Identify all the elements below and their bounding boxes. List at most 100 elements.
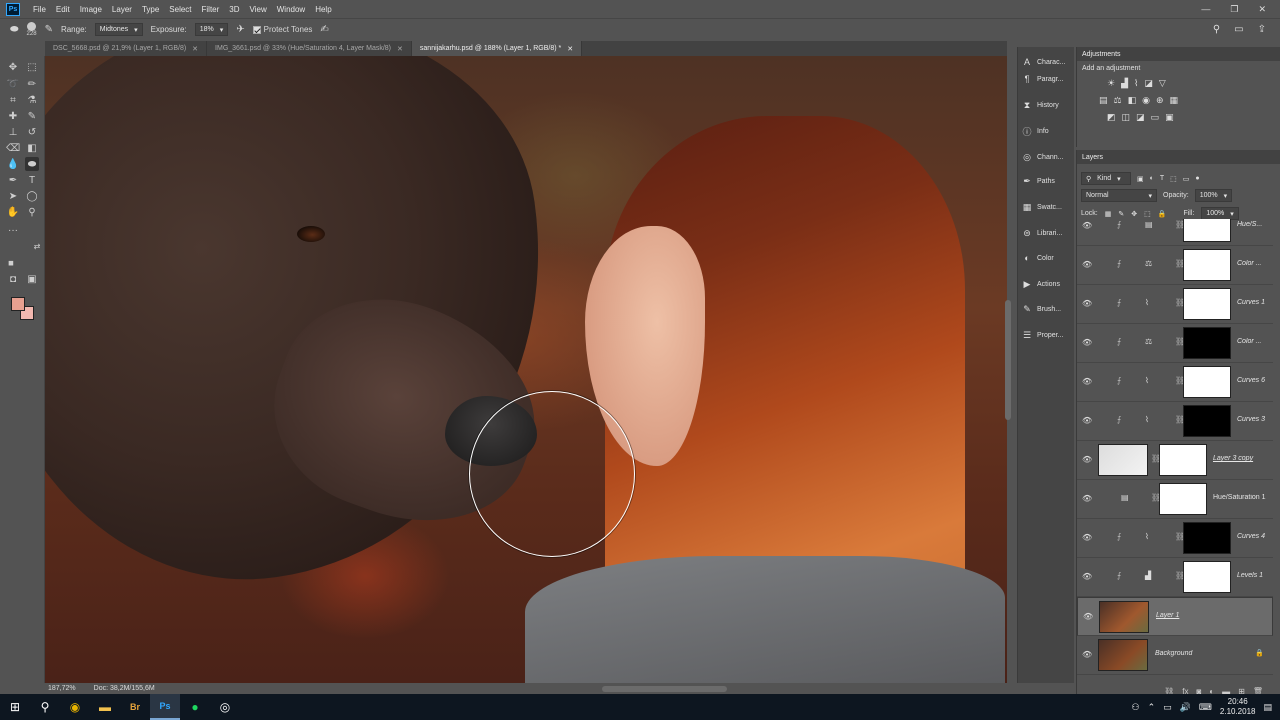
tab-document-3[interactable]: sannijakarhu.psd @ 188% (Layer 1, RGB/8)… [411,41,583,56]
menu-type[interactable]: Type [137,5,164,14]
layer-name[interactable]: Hue/S... [1237,221,1273,228]
layer-mask-thumbnail[interactable] [1183,249,1231,281]
search-icon[interactable]: ⚲ [30,694,60,720]
menu-help[interactable]: Help [310,5,336,14]
eye-icon[interactable]: 👁 [1082,338,1092,347]
dock-paths[interactable]: ✒ Paths [1022,171,1074,191]
layer-row[interactable]: 👁 ⨍ ▤ ⛓ Hue/S... [1077,219,1273,246]
hue-saturation-icon[interactable]: ▤ [1099,95,1108,106]
selective-color-icon[interactable]: ▣ [1165,112,1174,123]
layer-name[interactable]: Levels 1 [1237,572,1273,579]
minimize-button[interactable]: — [1201,4,1210,15]
exposure-icon[interactable]: ◪ [1144,78,1153,89]
horizontal-scrollbar[interactable] [602,686,727,692]
protect-tones-checkbox[interactable]: Protect Tones [252,25,312,34]
dock-swatches[interactable]: ▦ Swatc... [1022,197,1074,217]
sponge-tool-icon[interactable]: ⬬ [25,157,39,171]
filter-shape-icon[interactable]: ⬚ [1170,175,1177,183]
dock-info[interactable]: ⓘ Info [1022,121,1074,141]
layer-thumbnail[interactable] [1098,639,1148,671]
eye-icon[interactable]: 👁 [1082,221,1092,230]
layer-row[interactable]: 👁 ⛓ Layer 3 copy [1077,441,1273,480]
shape-tool-icon[interactable]: ◯ [25,189,39,203]
dock-actions[interactable]: ▶ Actions [1022,274,1074,294]
bridge-icon[interactable]: Br [120,694,150,720]
screen-mode-icon[interactable]: ▣ [25,272,39,286]
brush-tool-icon[interactable]: ✎ [25,109,39,123]
clock[interactable]: 20:46 2.10.2018 [1220,697,1256,717]
layer-row[interactable]: 👁 ⨍ ⚖ ⛓ Color ... [1077,324,1273,363]
close-icon[interactable]: ✕ [397,45,403,53]
marquee-tool-icon[interactable]: ⬚ [25,60,39,74]
lock-transparent-icon[interactable]: ▦ [1105,210,1112,218]
eye-icon[interactable]: 👁 [1082,572,1092,581]
curves-icon[interactable]: ⌇ [1134,78,1138,89]
layer-mask-thumbnail[interactable] [1183,219,1231,242]
quick-mask-icon[interactable]: ◘ [6,272,20,286]
layer-name[interactable]: Color ... [1237,338,1273,345]
network-icon[interactable]: ▭ [1163,702,1172,713]
levels-icon[interactable]: ▟ [1121,78,1128,89]
layer-row[interactable]: 👁 ▤ ⛓ Hue/Saturation 1 [1077,480,1273,519]
blend-mode-select[interactable]: Normal ▾ [1081,189,1157,202]
tab-document-1[interactable]: DSC_5668.psd @ 21,9% (Layer 1, RGB/8) ✕ [45,41,208,56]
close-icon[interactable]: ✕ [567,45,573,53]
layer-mask-thumbnail[interactable] [1183,522,1231,554]
layers-tab[interactable]: Layers [1077,150,1280,164]
color-balance-icon[interactable]: ⚖ [1114,95,1122,106]
filter-toggle-icon[interactable]: ● [1195,175,1199,182]
eraser-tool-icon[interactable]: ⌫ [6,141,20,155]
restore-button[interactable]: ❐ [1230,4,1238,15]
filter-type-icon[interactable]: T [1160,175,1164,182]
channel-mixer-icon[interactable]: ⊕ [1156,95,1164,106]
layer-row[interactable]: 👁 ⨍ ⚖ ⛓ Color ... [1077,246,1273,285]
layer-name[interactable]: Curves 6 [1237,377,1273,384]
invert-icon[interactable]: ◩ [1107,112,1116,123]
layer-name[interactable]: Curves 4 [1237,533,1273,540]
share-icon[interactable]: ⇪ [1258,24,1266,35]
windows-start-icon[interactable]: ⊞ [0,694,30,720]
quick-select-tool-icon[interactable]: ✏ [25,77,39,91]
layer-mask-thumbnail[interactable] [1159,483,1207,515]
tab-document-2[interactable]: IMG_3661.psd @ 33% (Hue/Saturation 4, La… [207,41,412,56]
path-selection-tool-icon[interactable]: ➤ [6,189,20,203]
dock-history[interactable]: ⧗ History [1022,95,1074,115]
brightness-icon[interactable]: ☀ [1107,78,1115,89]
swap-colors-icon[interactable]: ⇄ [30,239,44,253]
healing-tool-icon[interactable]: ✚ [6,109,20,123]
vibrance-icon[interactable]: ▽ [1159,78,1166,89]
layer-mask-thumbnail[interactable] [1159,444,1207,476]
crop-tool-icon[interactable]: ⌗ [6,93,20,107]
opacity-input[interactable]: 100% ▾ [1194,189,1233,202]
layer-name[interactable]: Layer 3 copy [1213,455,1273,462]
menu-file[interactable]: File [28,5,51,14]
eye-icon[interactable]: 👁 [1082,533,1092,542]
layer-row[interactable]: 👁 ⨍ ⌇ ⛓ Curves 1 [1077,285,1273,324]
layer-name[interactable]: Curves 3 [1237,416,1273,423]
color-lookup-icon[interactable]: ▦ [1170,95,1179,106]
adjustments-tab[interactable]: Adjustments [1077,47,1280,61]
lasso-tool-icon[interactable]: ➰ [6,77,20,91]
clone-stamp-tool-icon[interactable]: ⊥ [6,125,20,139]
layer-name[interactable]: Color ... [1237,260,1273,267]
tray-chevron-icon[interactable]: ⌃ [1148,702,1156,713]
dock-properties[interactable]: ☰ Proper... [1022,325,1074,345]
layer-row[interactable]: 👁 Background 🔒 [1077,636,1273,675]
default-colors-icon[interactable]: ◼ [4,256,18,270]
zoom-level[interactable]: 187,72% [48,685,76,692]
threshold-icon[interactable]: ◪ [1136,112,1145,123]
menu-filter[interactable]: Filter [197,5,225,14]
layer-name[interactable]: Layer 1 [1156,612,1216,619]
dock-color[interactable]: ◐ Color [1022,248,1074,268]
layer-filter-select[interactable]: ⚲ Kind ▾ [1081,172,1131,185]
chrome-icon[interactable]: ◉ [60,694,90,720]
lock-pixels-icon[interactable]: ✎ [1118,210,1124,218]
pressure-icon[interactable]: ✍ [320,24,328,35]
posterize-icon[interactable]: ◫ [1122,112,1131,123]
layer-name[interactable]: Curves 1 [1237,299,1273,306]
brush-preset-picker[interactable]: 228 [27,22,37,37]
workspace-icon[interactable]: ▭ [1234,24,1243,35]
layer-mask-thumbnail[interactable] [1183,561,1231,593]
close-icon[interactable]: ✕ [192,45,198,53]
sponge-tool-icon[interactable]: ⬬ [10,24,19,35]
